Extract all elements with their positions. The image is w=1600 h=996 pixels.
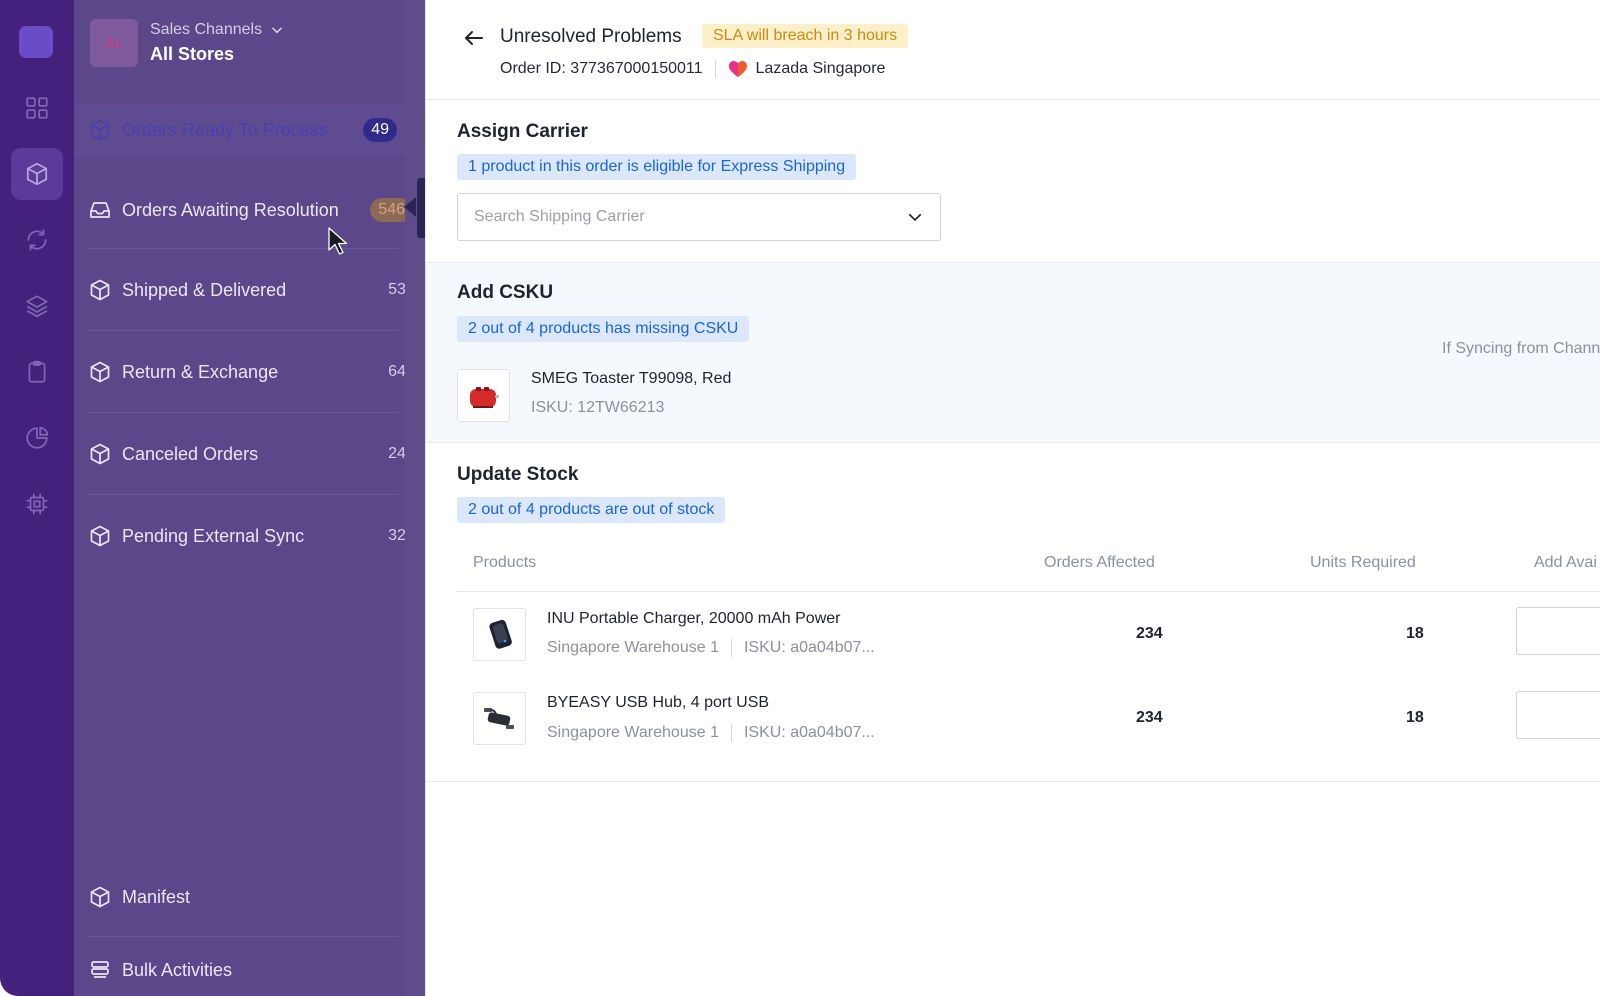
- app-logo[interactable]: [19, 26, 53, 58]
- inbox-icon: [90, 202, 110, 218]
- store-avatar: AL: [90, 19, 138, 67]
- box-icon: [90, 361, 110, 383]
- sync-icon[interactable]: [19, 222, 55, 258]
- count-badge: 49: [363, 118, 397, 142]
- out-of-stock-notice: 2 out of 4 products are out of stock: [457, 497, 726, 523]
- units-required-value: 18: [1406, 709, 1424, 726]
- product-isku: ISKU: 12TW66213: [531, 399, 665, 416]
- product-name: BYEASY USB Hub, 4 port USB: [547, 694, 770, 711]
- product-thumbnail: [457, 369, 510, 422]
- sidebar-item-shipped[interactable]: Shipped & Delivered 53: [88, 278, 413, 302]
- divider: [730, 639, 732, 657]
- icon-rail: [0, 0, 74, 996]
- column-header-units-required: Units Required: [1310, 554, 1416, 571]
- add-available-input[interactable]: [1516, 607, 1600, 655]
- chevron-down-icon: [272, 27, 282, 34]
- box-icon[interactable]: [11, 148, 63, 200]
- column-header-products: Products: [473, 554, 537, 571]
- page-title: Unresolved Problems: [500, 26, 682, 47]
- box-icon: [90, 886, 110, 908]
- chevron-down-icon: [908, 213, 922, 222]
- orders-affected-value: 234: [1136, 709, 1163, 726]
- order-meta: Order ID: 377367000150011 Lazada Singapo…: [500, 60, 885, 78]
- column-header-add-available: Add Avai: [1534, 554, 1597, 571]
- dashboard-grid-icon[interactable]: [19, 90, 55, 126]
- carrier-placeholder: Search Shipping Carrier: [474, 208, 645, 225]
- sidebar-item-label: Orders Ready To Process: [122, 119, 328, 140]
- divider: [88, 412, 398, 413]
- sidebar-item-manifest[interactable]: Manifest: [88, 885, 413, 909]
- order-id: Order ID: 377367000150011: [500, 60, 703, 77]
- product-thumbnail: [473, 692, 526, 745]
- box-icon: [90, 443, 110, 465]
- usb-hub-image: [483, 707, 514, 729]
- add-available-input[interactable]: [1516, 691, 1600, 739]
- orders-sidebar: AL Sales Channels All Stores Orders Read…: [74, 0, 425, 996]
- product-name: INU Portable Charger, 20000 mAh Power: [547, 610, 841, 627]
- sidebar-item-canceled[interactable]: Canceled Orders 24: [88, 442, 413, 466]
- product-location: Singapore Warehouse 1 ISKU: a0a04b07...: [547, 724, 875, 742]
- assign-carrier-title: Assign Carrier: [457, 121, 588, 142]
- missing-csku-notice: 2 out of 4 products has missing CSKU: [457, 316, 750, 342]
- store-switcher[interactable]: AL Sales Channels All Stores: [90, 18, 284, 68]
- panel-pointer: [404, 197, 416, 217]
- sidebar-item-label: Return & Exchange: [122, 361, 279, 382]
- sla-badge: SLA will breach in 3 hours: [702, 24, 909, 48]
- sidebar-item-bulk-activities[interactable]: Bulk Activities: [88, 958, 413, 982]
- clipboard-icon[interactable]: [19, 354, 55, 390]
- mouse-cursor-icon: [328, 227, 348, 255]
- stack-icon: [91, 961, 109, 978]
- sales-channel-label: Sales Channels: [150, 21, 263, 38]
- divider: [88, 330, 398, 331]
- store-name: All Stores: [150, 44, 235, 64]
- sidebar-item-label: Orders Awaiting Resolution: [122, 199, 339, 220]
- product-thumbnail: [473, 608, 526, 661]
- update-stock-title: Update Stock: [457, 464, 579, 485]
- shipping-carrier-select[interactable]: Search Shipping Carrier: [457, 193, 941, 241]
- product-location: Singapore Warehouse 1 ISKU: a0a04b07...: [547, 639, 875, 657]
- sidebar-item-pending-sync[interactable]: Pending External Sync 32: [88, 524, 413, 548]
- product-isku: ISKU: a0a04b07...: [743, 724, 875, 741]
- layers-icon[interactable]: [19, 288, 55, 324]
- sidebar-item-label: Pending External Sync: [122, 525, 305, 546]
- power-bank-image: [488, 619, 512, 649]
- divider: [88, 494, 398, 495]
- divider: [88, 936, 398, 937]
- product-isku: ISKU: a0a04b07...: [743, 639, 875, 656]
- panel-header: Unresolved Problems SLA will breach in 3…: [426, 0, 1600, 100]
- app-frame: AL Sales Channels All Stores Orders Read…: [0, 0, 1600, 996]
- chip-icon[interactable]: [19, 486, 55, 522]
- divider: [730, 724, 732, 742]
- express-shipping-notice: 1 product in this order is eligible for …: [457, 154, 857, 180]
- toaster-image: [469, 386, 499, 408]
- box-icon: [90, 119, 110, 141]
- sync-note: If Syncing from Chann: [1442, 340, 1600, 357]
- sidebar-item-orders-ready[interactable]: Orders Ready To Process 49: [74, 104, 425, 156]
- sidebar-item-label: Canceled Orders: [122, 443, 259, 464]
- unresolved-problems-panel: Unresolved Problems SLA will breach in 3…: [425, 0, 1600, 996]
- channel-name: Lazada Singapore: [755, 60, 886, 77]
- units-required-value: 18: [1406, 625, 1424, 642]
- divider: [714, 60, 716, 78]
- box-icon: [90, 279, 110, 301]
- warehouse-name: Singapore Warehouse 1: [547, 639, 719, 656]
- add-csku-title: Add CSKU: [457, 282, 554, 303]
- section-divider: [426, 781, 1600, 782]
- sidebar-item-label: Manifest: [122, 886, 191, 907]
- background-list-strip: [405, 0, 425, 996]
- sidebar-item-return-exchange[interactable]: Return & Exchange 64: [88, 360, 413, 384]
- table-divider: [457, 591, 1600, 592]
- warehouse-name: Singapore Warehouse 1: [547, 724, 719, 741]
- column-header-orders-affected: Orders Affected: [1044, 554, 1155, 571]
- arrow-left-icon[interactable]: [462, 26, 486, 50]
- pie-chart-icon[interactable]: [19, 420, 55, 456]
- product-name: SMEG Toaster T99098, Red: [531, 370, 732, 387]
- sidebar-item-orders-awaiting[interactable]: Orders Awaiting Resolution 546: [88, 186, 413, 234]
- orders-affected-value: 234: [1136, 625, 1163, 642]
- sidebar-item-label: Shipped & Delivered: [122, 279, 287, 300]
- sidebar-item-label: Bulk Activities: [122, 959, 233, 980]
- lazada-heart-icon: [728, 61, 747, 77]
- box-icon: [90, 525, 110, 547]
